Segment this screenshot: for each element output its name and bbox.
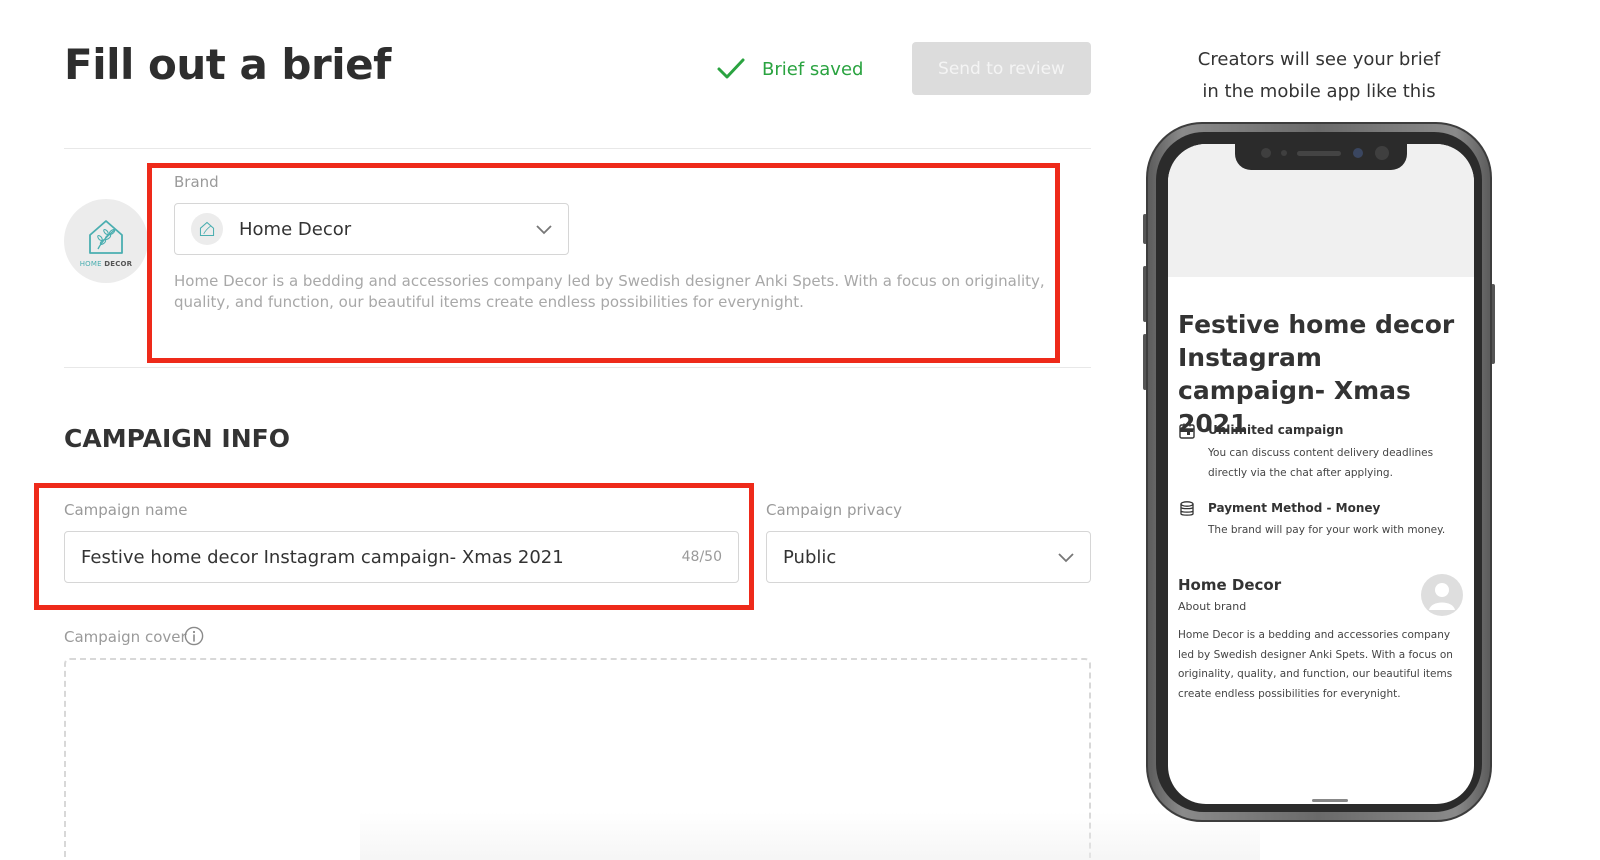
info-icon[interactable] <box>184 626 204 646</box>
preview-campaign-title: Festive home decor Instagram campaign- X… <box>1178 310 1455 438</box>
brand-label: Brand <box>174 173 219 191</box>
chevron-down-icon <box>536 225 552 235</box>
saved-status: Brief saved <box>716 54 863 84</box>
phone-screen: Festive home decor Instagram campaign- X… <box>1168 144 1474 804</box>
check-icon <box>717 58 745 79</box>
chevron-down-icon <box>1058 553 1074 563</box>
divider <box>64 148 1091 149</box>
divider <box>64 367 1091 368</box>
campaign-name-input[interactable]: Festive home decor Instagram campaign- X… <box>64 531 739 583</box>
campaign-privacy-label: Campaign privacy <box>766 501 903 519</box>
house-leaf-icon <box>199 221 215 237</box>
campaign-privacy-value: Public <box>783 546 837 568</box>
preview-about-brand: About brand <box>1178 600 1247 613</box>
character-counter: 48/50 <box>681 549 722 565</box>
preview-brand-description: Home Decor is a bedding and accessories … <box>1178 629 1453 700</box>
brand-highlight-box <box>147 163 1060 363</box>
campaign-privacy-select[interactable]: Public <box>766 531 1091 583</box>
home-indicator <box>1312 799 1348 802</box>
preview-payment-heading: Payment Method - Money <box>1208 501 1381 515</box>
brand-select-value: Home Decor <box>239 218 352 240</box>
preview-brand-name: Home Decor <box>1178 576 1282 594</box>
campaign-cover-label: Campaign cover <box>64 628 187 646</box>
campaign-name-value: Festive home decor Instagram campaign- X… <box>81 546 564 568</box>
brand-select[interactable]: Home Decor <box>174 203 569 255</box>
phone-mockup: Festive home decor Instagram campaign- X… <box>1146 122 1492 822</box>
preview-unlimited-text: You can discuss content delivery deadlin… <box>1208 447 1434 479</box>
saved-status-text: Brief saved <box>762 58 864 80</box>
avatar <box>1421 574 1463 616</box>
preview-caption: Creators will see your brief in the mobi… <box>1197 49 1441 102</box>
brand-mini-logo <box>191 213 223 245</box>
preview-unlimited-heading: Unlimited campaign <box>1208 423 1344 437</box>
coins-icon <box>1180 501 1194 516</box>
send-to-review-button[interactable]: Send to review <box>912 42 1091 95</box>
brand-logo: HOME DECOR <box>64 199 148 283</box>
calendar-icon <box>1179 423 1195 439</box>
phone-notch <box>1235 144 1407 170</box>
campaign-info-heading: CAMPAIGN INFO <box>64 424 290 453</box>
page-title: Fill out a brief <box>64 40 391 89</box>
brand-description: Home Decor is a bedding and accessories … <box>174 272 1045 311</box>
campaign-name-label: Campaign name <box>64 501 188 519</box>
preview-payment-text: The brand will pay for your work with mo… <box>1208 524 1446 536</box>
house-leaf-icon <box>89 219 123 254</box>
brand-logo-wordmark: HOME DECOR <box>79 259 133 268</box>
user-icon <box>1429 583 1455 610</box>
campaign-cover-dropzone[interactable] <box>64 658 1091 858</box>
